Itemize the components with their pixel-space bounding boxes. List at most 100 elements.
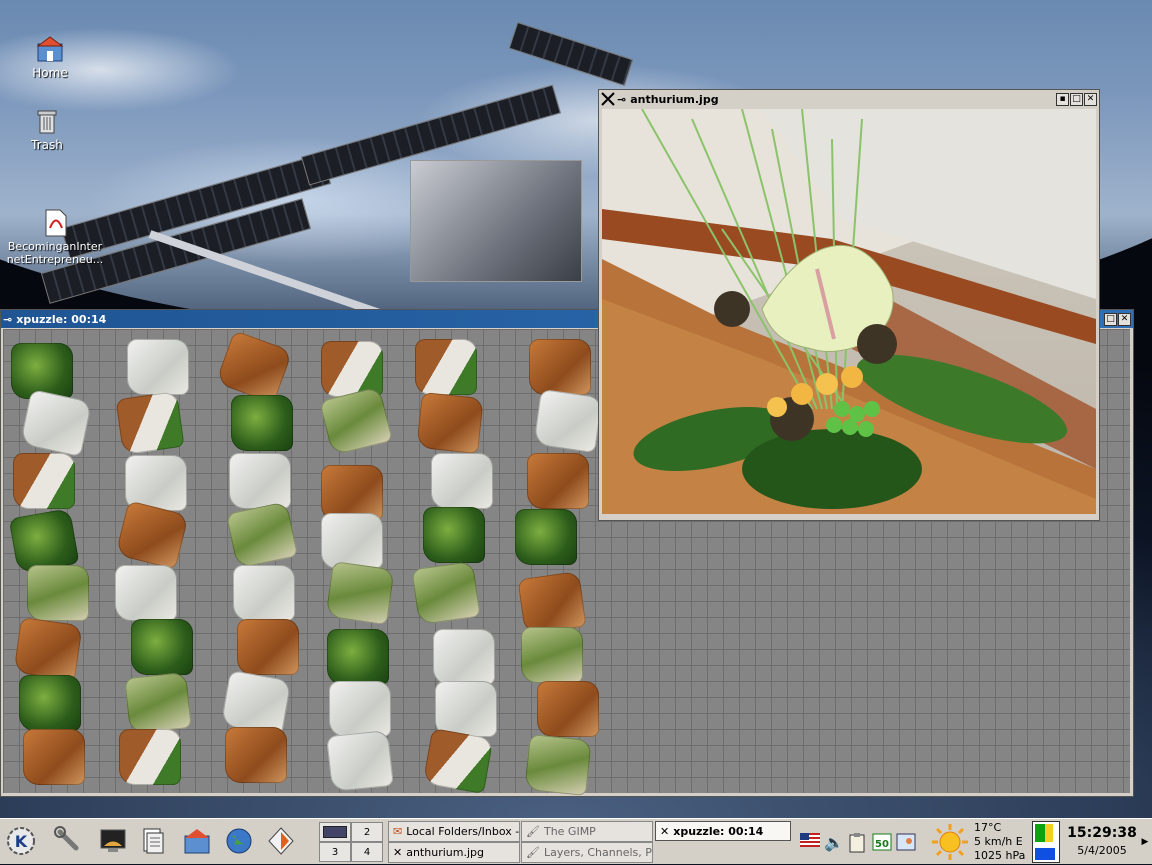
pdf-document-icon	[45, 209, 67, 237]
image-viewer-window[interactable]: ⊸ anthurium.jpg ▪ □ ✕	[598, 89, 1100, 521]
puzzle-piece[interactable]	[423, 507, 485, 563]
close-button[interactable]: ✕	[1084, 92, 1097, 106]
weather-pressure: 1025 hPa	[974, 849, 1026, 862]
konsole-launcher[interactable]	[96, 824, 130, 858]
keyboard-layout-indicator[interactable]	[800, 833, 820, 853]
puzzle-piece[interactable]	[321, 341, 383, 397]
puzzle-piece[interactable]	[433, 629, 495, 685]
puzzle-piece[interactable]	[19, 675, 81, 731]
task-button-gimp[interactable]: 🖌 The GIMP	[521, 821, 653, 842]
puzzle-piece[interactable]	[115, 565, 177, 621]
task-button-xpuzzle[interactable]: ✕ xpuzzle: 00:14	[655, 821, 791, 841]
puzzle-piece[interactable]	[119, 729, 181, 785]
task-button-mail[interactable]: ✉ Local Folders/Inbox -	[388, 821, 520, 842]
close-button[interactable]: ✕	[1118, 312, 1131, 326]
puzzle-piece[interactable]	[19, 389, 93, 457]
panel-hide-button[interactable]: ▶	[1140, 823, 1150, 861]
mail-icon: ✉	[393, 825, 403, 838]
puzzle-piece[interactable]	[115, 390, 185, 456]
desktop-icon-pdf-document[interactable]: BecominganInter netEntrepreneu...	[0, 208, 110, 266]
puzzle-piece[interactable]	[537, 681, 599, 737]
puzzle-piece[interactable]	[524, 733, 592, 797]
gimp-icon: 🖌	[526, 846, 540, 859]
puzzle-piece[interactable]	[533, 388, 603, 454]
pager-desktop-2[interactable]: 2	[351, 822, 383, 842]
puzzle-piece[interactable]	[431, 453, 493, 509]
puzzle-piece[interactable]	[529, 339, 591, 395]
system-load-meter[interactable]	[1032, 821, 1060, 863]
puzzle-piece[interactable]	[527, 453, 589, 509]
anthurium-photo-drawing	[602, 109, 1096, 514]
monitor-tool[interactable]: 50	[872, 833, 892, 853]
puzzle-piece[interactable]	[329, 681, 391, 737]
clock-applet[interactable]: 15:29:38 5/4/2005	[1064, 819, 1140, 865]
puzzle-piece[interactable]	[435, 681, 497, 737]
wrench-icon	[54, 826, 79, 851]
puzzle-piece[interactable]	[13, 453, 75, 509]
maximize-button[interactable]: □	[1070, 92, 1083, 106]
puzzle-piece[interactable]	[515, 509, 577, 565]
sun-icon	[932, 824, 968, 860]
puzzle-piece[interactable]	[521, 627, 583, 683]
weather-applet[interactable]: 17°C 5 km/h E 1025 hPa	[928, 819, 1028, 865]
volume-control[interactable]: 🔈	[824, 833, 844, 853]
desktop-icon-trash[interactable]: Trash	[0, 106, 102, 152]
close-icon: ✕	[1086, 93, 1095, 104]
home-launcher[interactable]	[180, 824, 214, 858]
puzzle-piece[interactable]	[422, 728, 494, 794]
pin-icon[interactable]: ⊸	[617, 93, 626, 106]
pager-desktop-4[interactable]: 4	[351, 842, 383, 862]
pager-desktop-1[interactable]	[319, 822, 351, 842]
web-browser-launcher[interactable]	[222, 824, 256, 858]
puzzle-piece[interactable]	[13, 616, 83, 682]
desktop-icon-home[interactable]: Home	[0, 34, 105, 80]
puzzle-piece[interactable]	[127, 339, 189, 395]
documents-launcher[interactable]	[136, 824, 170, 858]
clipboard-tool[interactable]	[848, 833, 868, 853]
image-viewer-titlebar[interactable]: ⊸ anthurium.jpg ▪ □ ✕	[599, 90, 1099, 108]
puzzle-piece[interactable]	[23, 729, 85, 785]
control-center-launcher[interactable]	[52, 824, 86, 858]
puzzle-piece[interactable]	[131, 619, 193, 675]
puzzle-piece[interactable]	[231, 395, 293, 451]
puzzle-piece[interactable]	[517, 570, 587, 636]
task-label: xpuzzle: 00:14	[673, 824, 764, 838]
maximize-button[interactable]: □	[1104, 312, 1117, 326]
puzzle-piece[interactable]	[233, 565, 295, 621]
puzzle-piece[interactable]	[415, 339, 477, 395]
window-title: anthurium.jpg	[630, 92, 719, 106]
wallpaper-station-module	[410, 160, 582, 282]
terminal-icon	[100, 829, 126, 852]
maximize-icon: □	[1072, 93, 1081, 104]
desktop-icon-label: netEntrepreneu...	[6, 253, 104, 266]
puzzle-piece[interactable]	[416, 391, 484, 455]
clock-time: 15:29:38	[1067, 825, 1137, 841]
puzzle-piece[interactable]	[27, 565, 89, 621]
minimize-button[interactable]: ▪	[1056, 92, 1069, 106]
puzzle-piece[interactable]	[229, 453, 291, 509]
puzzle-piece[interactable]	[319, 386, 393, 456]
puzzle-piece[interactable]	[237, 619, 299, 675]
puzzle-piece[interactable]	[225, 727, 287, 783]
task-label: Local Folders/Inbox -	[406, 825, 520, 838]
pager-desktop-3[interactable]: 3	[319, 842, 351, 862]
task-button-anthurium[interactable]: ✕ anthurium.jpg	[388, 842, 520, 863]
user-tool[interactable]	[896, 833, 916, 853]
office-launcher[interactable]	[264, 824, 298, 858]
task-button-gimp-layers[interactable]: 🖌 Layers, Channels, Pat	[521, 842, 653, 863]
puzzle-piece[interactable]	[321, 513, 383, 569]
puzzle-piece[interactable]	[325, 560, 395, 626]
x-window-icon[interactable]	[601, 92, 615, 106]
pin-icon[interactable]: ⊸	[3, 313, 12, 326]
k-menu-button[interactable]: K	[4, 824, 38, 858]
puzzle-piece[interactable]	[124, 671, 192, 735]
speaker-icon: 🔈	[824, 833, 844, 852]
puzzle-piece[interactable]	[411, 560, 481, 626]
puzzle-piece[interactable]	[225, 501, 299, 569]
puzzle-piece[interactable]	[327, 629, 389, 685]
desktop-icon-label: Trash	[31, 138, 63, 152]
minimize-icon: ▪	[1059, 93, 1066, 104]
home-folder-icon	[36, 36, 64, 62]
puzzle-piece[interactable]	[215, 330, 293, 404]
puzzle-piece[interactable]	[326, 729, 394, 793]
